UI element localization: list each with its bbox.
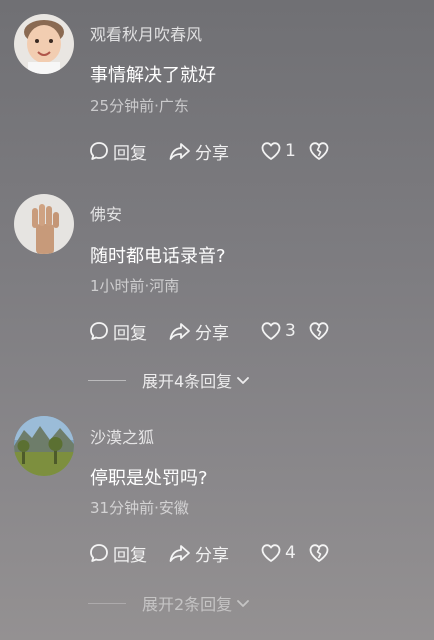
like-button[interactable]: 3 xyxy=(260,320,308,342)
reply-label: 回复 xyxy=(113,143,147,164)
avatar[interactable] xyxy=(14,14,74,74)
chevron-down-icon xyxy=(232,595,251,611)
chat-bubble-icon xyxy=(88,140,110,162)
reply-label: 回复 xyxy=(113,323,147,344)
comment-actions: 回复 分享 4 xyxy=(88,540,330,566)
reply-button[interactable]: 回复 xyxy=(88,541,168,566)
broken-heart-icon xyxy=(308,140,330,162)
divider xyxy=(88,602,126,604)
share-label: 分享 xyxy=(195,143,229,164)
share-button[interactable]: 分享 xyxy=(168,319,260,344)
expand-replies-button[interactable]: 展开2条回复 xyxy=(88,591,251,615)
dislike-button[interactable] xyxy=(308,542,330,564)
avatar[interactable] xyxy=(14,194,74,254)
share-arrow-icon xyxy=(168,320,192,342)
like-count: 4 xyxy=(285,543,296,563)
like-count: 1 xyxy=(285,141,296,161)
divider xyxy=(88,379,126,381)
comment-meta: 1小时前·河南 xyxy=(90,277,180,295)
reply-label: 回复 xyxy=(113,545,147,566)
share-button[interactable]: 分享 xyxy=(168,139,260,164)
share-button[interactable]: 分享 xyxy=(168,541,260,566)
expand-replies-button[interactable]: 展开4条回复 xyxy=(88,368,251,392)
comment-username[interactable]: 佛安 xyxy=(90,201,122,225)
comment-text: 停职是处罚吗? xyxy=(90,468,208,489)
comment-actions: 回复 分享 1 xyxy=(88,138,330,164)
share-label: 分享 xyxy=(195,323,229,344)
broken-heart-icon xyxy=(308,542,330,564)
comment-text: 随时都电话录音? xyxy=(90,246,226,267)
reply-button[interactable]: 回复 xyxy=(88,139,168,164)
comment-actions: 回复 分享 3 xyxy=(88,318,330,344)
comment-username[interactable]: 观看秋月吹春风 xyxy=(90,21,202,45)
share-arrow-icon xyxy=(168,542,192,564)
dislike-button[interactable] xyxy=(308,320,330,342)
comment-meta: 25分钟前·广东 xyxy=(90,97,189,115)
comment-username[interactable]: 沙漠之狐 xyxy=(90,424,154,448)
chat-bubble-icon xyxy=(88,542,110,564)
like-count: 3 xyxy=(285,321,296,341)
chevron-down-icon xyxy=(232,372,251,388)
avatar[interactable] xyxy=(14,416,74,476)
heart-icon xyxy=(260,320,282,342)
broken-heart-icon xyxy=(308,320,330,342)
heart-icon xyxy=(260,140,282,162)
comment-text: 事情解决了就好 xyxy=(90,65,216,86)
share-arrow-icon xyxy=(168,140,192,162)
comment-meta: 31分钟前·安徽 xyxy=(90,499,189,517)
dislike-button[interactable] xyxy=(308,140,330,162)
reply-button[interactable]: 回复 xyxy=(88,319,168,344)
heart-icon xyxy=(260,542,282,564)
like-button[interactable]: 1 xyxy=(260,140,308,162)
share-label: 分享 xyxy=(195,545,229,566)
like-button[interactable]: 4 xyxy=(260,542,308,564)
expand-replies-label: 展开2条回复 xyxy=(142,595,233,614)
chat-bubble-icon xyxy=(88,320,110,342)
expand-replies-label: 展开4条回复 xyxy=(142,372,233,391)
